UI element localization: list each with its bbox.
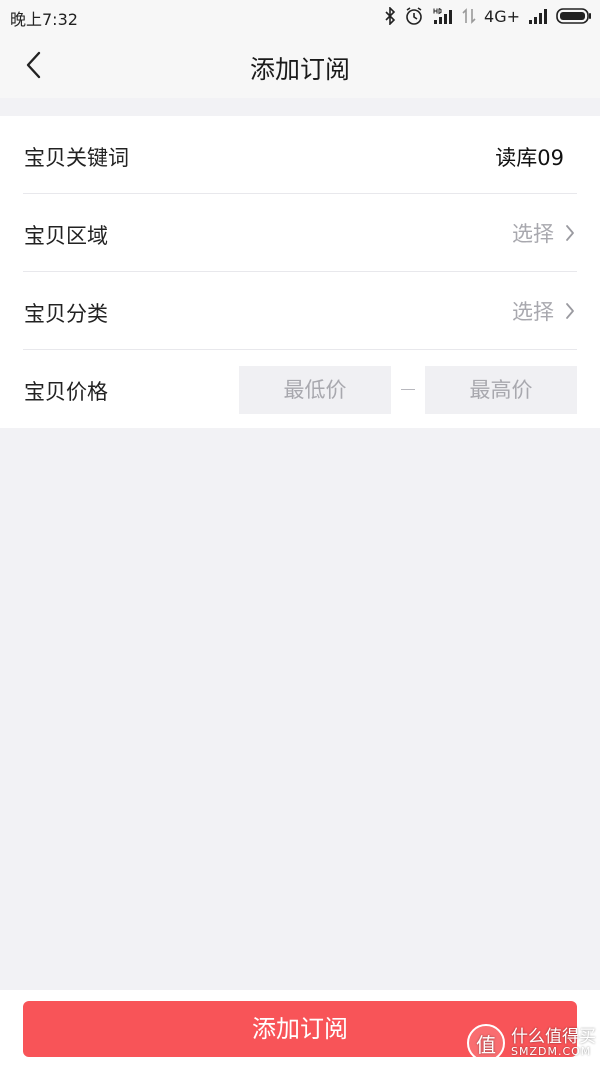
status-bar: 晚上7:32 4G+ xyxy=(0,0,600,32)
region-select[interactable]: 选择 xyxy=(512,218,576,248)
battery-icon xyxy=(556,8,591,24)
region-placeholder: 选择 xyxy=(512,222,554,246)
nav-bar: 添加订阅 xyxy=(0,32,600,98)
watermark-text: 什么值得买 SMZDM.COM xyxy=(511,1026,596,1059)
subscription-form: 宝贝关键词 读库09 宝贝区域 选择 宝贝分类 选择 宝贝价格 xyxy=(0,116,600,428)
watermark-text-cn: 什么值得买 xyxy=(511,1026,596,1047)
category-placeholder: 选择 xyxy=(512,300,554,324)
keyword-label: 宝贝关键词 xyxy=(24,146,129,170)
max-price-input[interactable] xyxy=(425,366,577,414)
keyword-row[interactable]: 宝贝关键词 读库09 xyxy=(0,116,600,194)
chevron-right-icon xyxy=(566,303,574,319)
region-label: 宝贝区域 xyxy=(24,224,108,248)
watermark-text-en: SMZDM.COM xyxy=(511,1045,592,1059)
data-arrows-icon xyxy=(462,8,476,24)
watermark: 值 什么值得买 SMZDM.COM xyxy=(467,1024,596,1062)
keyword-value[interactable]: 读库09 xyxy=(495,142,564,172)
price-range-dash xyxy=(401,389,415,390)
signal-icon xyxy=(529,9,547,24)
status-time: 晚上7:32 xyxy=(10,10,78,29)
region-row[interactable]: 宝贝区域 选择 xyxy=(0,194,600,272)
hd-signal-icon xyxy=(433,8,453,24)
bluetooth-icon xyxy=(385,7,396,25)
price-label: 宝贝价格 xyxy=(24,380,108,404)
network-type: 4G+ xyxy=(484,6,520,26)
status-icons: 4G+ xyxy=(384,4,592,28)
category-label: 宝贝分类 xyxy=(24,302,108,326)
watermark-badge: 值 xyxy=(467,1024,505,1062)
alarm-icon xyxy=(406,7,422,25)
category-row[interactable]: 宝贝分类 选择 xyxy=(0,272,600,350)
page-title: 添加订阅 xyxy=(249,55,350,84)
chevron-right-icon xyxy=(566,225,574,241)
category-select[interactable]: 选择 xyxy=(512,296,576,326)
min-price-input[interactable] xyxy=(239,366,391,414)
